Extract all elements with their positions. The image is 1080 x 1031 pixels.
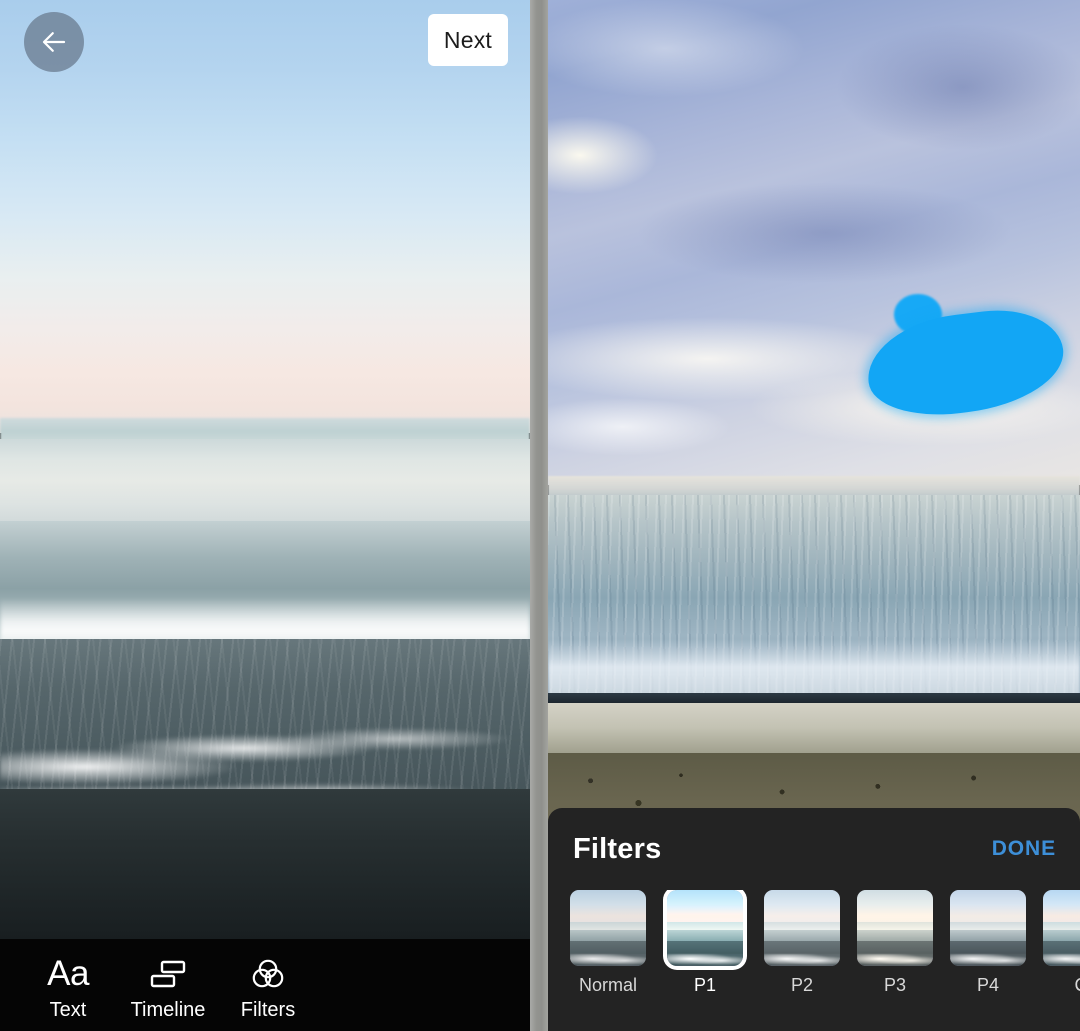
filter-label: P2 xyxy=(790,975,814,994)
filter-option-c[interactable]: C xyxy=(1043,890,1080,994)
filter-thumbnail xyxy=(1043,890,1080,966)
text-aa-glyph: Aa xyxy=(47,954,89,993)
wet-sand-layer xyxy=(548,703,1080,758)
left-top-bar: Next xyxy=(0,0,530,82)
filter-option-p2[interactable]: P2 xyxy=(764,890,840,994)
arrow-left-icon xyxy=(39,27,69,57)
filter-thumbnail xyxy=(950,890,1026,966)
filter-label: Normal xyxy=(578,975,637,994)
toolbar-item-timeline-label: Timeline xyxy=(130,998,206,1021)
back-button[interactable] xyxy=(24,12,84,72)
filter-option-p4[interactable]: P4 xyxy=(950,890,1026,994)
toolbar-item-text[interactable]: Aa Text xyxy=(18,943,118,1031)
filter-thumbnail xyxy=(857,890,933,966)
next-button-label: Next xyxy=(443,26,492,53)
right-editor-screen: Filters DONE Normal P1 P2 P3 P4 xyxy=(548,0,1080,1031)
text-aa-icon: Aa xyxy=(47,955,89,993)
filter-thumbnail xyxy=(570,890,646,966)
filters-sheet-header: Filters DONE xyxy=(548,808,1080,890)
filters-bottom-sheet: Filters DONE Normal P1 P2 P3 P4 xyxy=(548,808,1080,1031)
dual-screenshot-comparison: Next Aa Text Timeline Filters Filters DO… xyxy=(0,0,1080,1031)
filters-sheet-title: Filters xyxy=(573,832,662,865)
toolbar-item-filters[interactable]: Filters xyxy=(218,943,318,1031)
toolbar-item-text-label: Text xyxy=(49,998,87,1021)
timeline-icon xyxy=(149,955,187,993)
filter-thumbnail xyxy=(764,890,840,966)
cloud-layer xyxy=(548,0,1080,485)
filters-icon xyxy=(250,955,286,993)
filter-label: C xyxy=(1043,976,1080,994)
filter-label: P1 xyxy=(693,975,717,994)
screenshot-divider xyxy=(530,0,548,1031)
video-preview-left[interactable] xyxy=(0,0,530,1031)
filter-thumbnail xyxy=(667,890,743,966)
filter-label: P3 xyxy=(883,975,907,994)
filter-option-normal[interactable]: Normal xyxy=(570,890,646,994)
surf-line xyxy=(548,639,1080,702)
toolbar-item-filters-label: Filters xyxy=(240,998,296,1021)
left-bottom-toolbar: Aa Text Timeline Filters xyxy=(0,939,530,1031)
filter-option-p3[interactable]: P3 xyxy=(857,890,933,994)
left-editor-screen: Next Aa Text Timeline Filters xyxy=(0,0,530,1031)
filter-label: P4 xyxy=(976,975,1000,994)
done-button[interactable]: DONE xyxy=(992,837,1056,861)
filter-option-p1[interactable]: P1 xyxy=(667,890,743,994)
far-sea-layer xyxy=(0,439,530,532)
toolbar-item-timeline[interactable]: Timeline xyxy=(118,943,218,1031)
next-button[interactable]: Next xyxy=(427,14,508,66)
filter-thumbnail-strip[interactable]: Normal P1 P2 P3 P4 xyxy=(548,890,1080,994)
